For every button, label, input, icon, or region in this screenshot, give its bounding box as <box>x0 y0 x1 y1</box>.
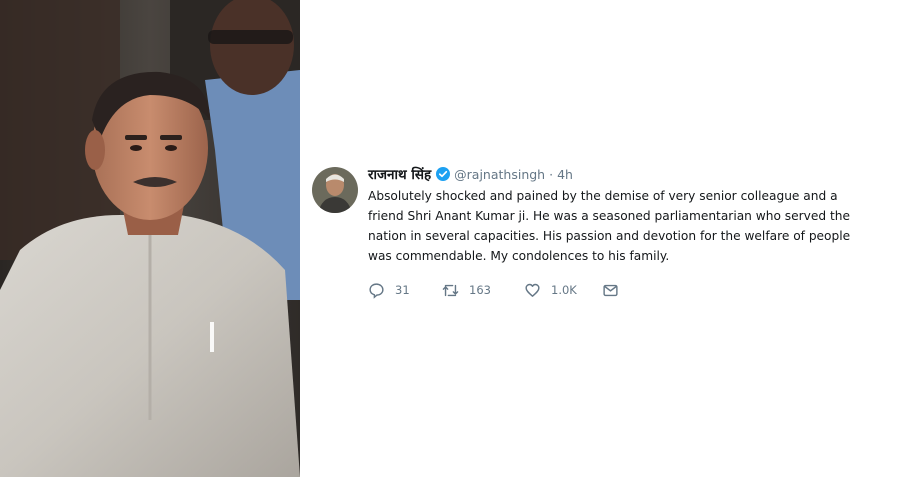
retweet-icon <box>442 284 459 296</box>
tweet-header: राजनाथ सिंह @rajnathsingh · 4h <box>368 163 872 185</box>
tweet-text: Absolutely shocked and pained by the dem… <box>368 186 868 266</box>
avatar[interactable] <box>312 167 358 213</box>
tweet-text-line: was commendable. My condolences to his f… <box>368 249 670 263</box>
tweet-timestamp[interactable]: 4h <box>557 167 573 182</box>
display-name[interactable]: राजनाथ सिंह <box>368 165 431 183</box>
tweet-text-line: friend Shri Anant Kumar ji. He was a sea… <box>368 209 850 223</box>
reply-button[interactable]: 31 <box>368 282 442 299</box>
retweet-button[interactable]: 163 <box>442 282 524 299</box>
user-handle[interactable]: @rajnathsingh <box>454 167 545 182</box>
heart-icon <box>525 283 540 297</box>
reply-count: 31 <box>395 283 410 297</box>
verified-badge-icon <box>436 167 451 181</box>
retweet-count: 163 <box>469 283 491 297</box>
tweet-text-line: Absolutely shocked and pained by the dem… <box>368 189 838 203</box>
reply-icon <box>369 282 384 299</box>
direct-message-button[interactable] <box>602 282 629 299</box>
person-photo-illustration <box>0 0 300 477</box>
tweet-card: राजनाथ सिंह @rajnathsingh · 4h Absolutel… <box>312 163 872 300</box>
envelope-icon <box>603 284 618 296</box>
news-photo <box>0 0 300 477</box>
separator-dot: · <box>549 166 554 182</box>
tweet-actions: 31 163 1.0K <box>368 280 872 300</box>
like-button[interactable]: 1.0K <box>524 282 602 299</box>
like-count: 1.0K <box>551 283 577 297</box>
panel-divider <box>300 0 304 477</box>
tweet-text-line: nation in several capacities. His passio… <box>368 229 851 243</box>
